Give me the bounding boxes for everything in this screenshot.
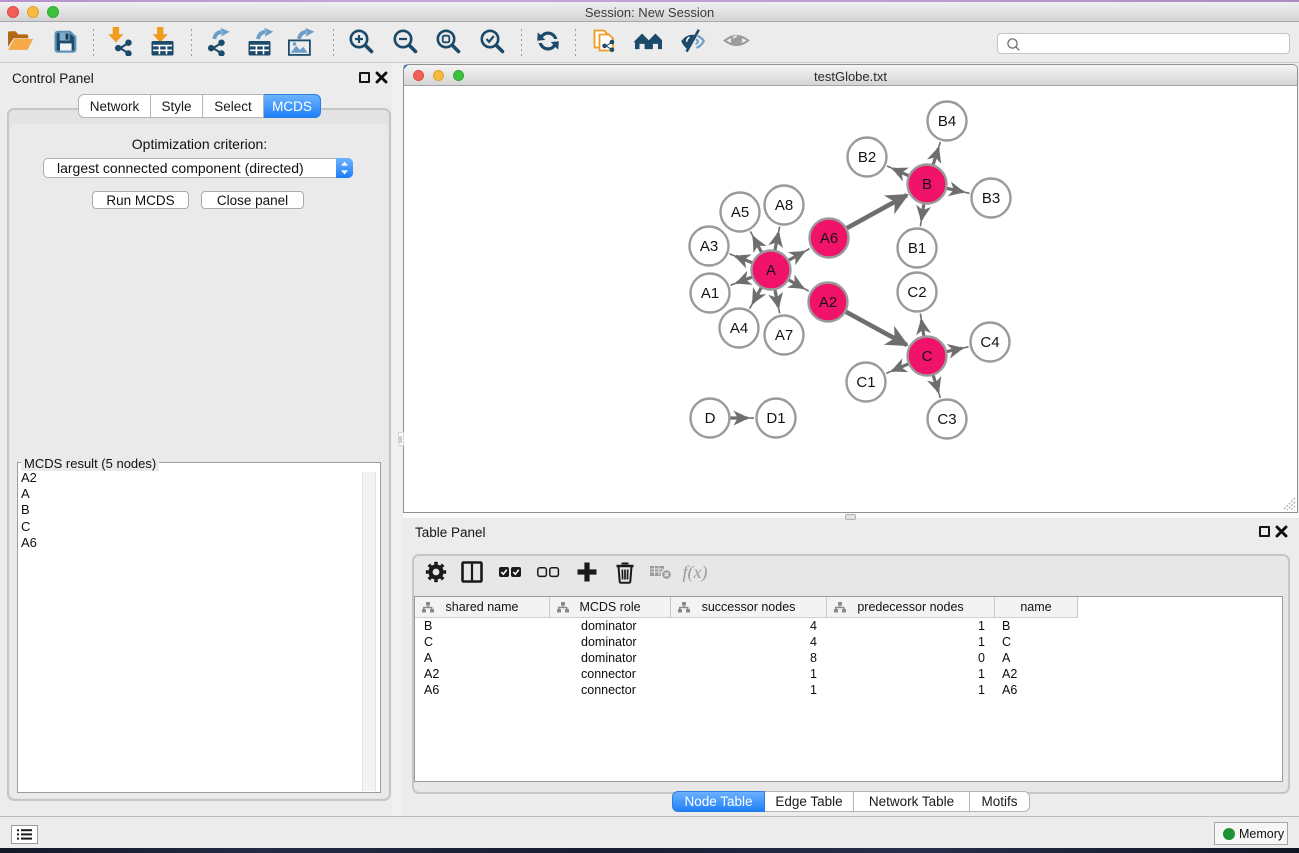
svg-text:C1: C1 — [856, 374, 875, 391]
svg-text:A7: A7 — [775, 327, 793, 344]
svg-text:f(x): f(x) — [683, 562, 708, 583]
svg-text:B3: B3 — [982, 190, 1000, 207]
svg-text:A8: A8 — [775, 197, 793, 214]
svg-text:D: D — [705, 410, 716, 427]
svg-text:A4: A4 — [730, 320, 748, 337]
svg-text:A6: A6 — [820, 230, 838, 247]
svg-text:A1: A1 — [701, 285, 719, 302]
svg-text:A: A — [766, 262, 776, 279]
svg-text:A2: A2 — [819, 294, 837, 311]
svg-text:B4: B4 — [938, 113, 956, 130]
svg-text:B2: B2 — [858, 149, 876, 166]
svg-text:B1: B1 — [908, 240, 926, 257]
svg-text:D1: D1 — [766, 410, 785, 427]
svg-text:C4: C4 — [980, 334, 999, 351]
svg-text:C3: C3 — [937, 411, 956, 428]
svg-text:A3: A3 — [700, 238, 718, 255]
svg-text:A5: A5 — [731, 204, 749, 221]
svg-text:C2: C2 — [907, 284, 926, 301]
svg-text:B: B — [922, 176, 932, 193]
svg-text:C: C — [922, 348, 933, 365]
